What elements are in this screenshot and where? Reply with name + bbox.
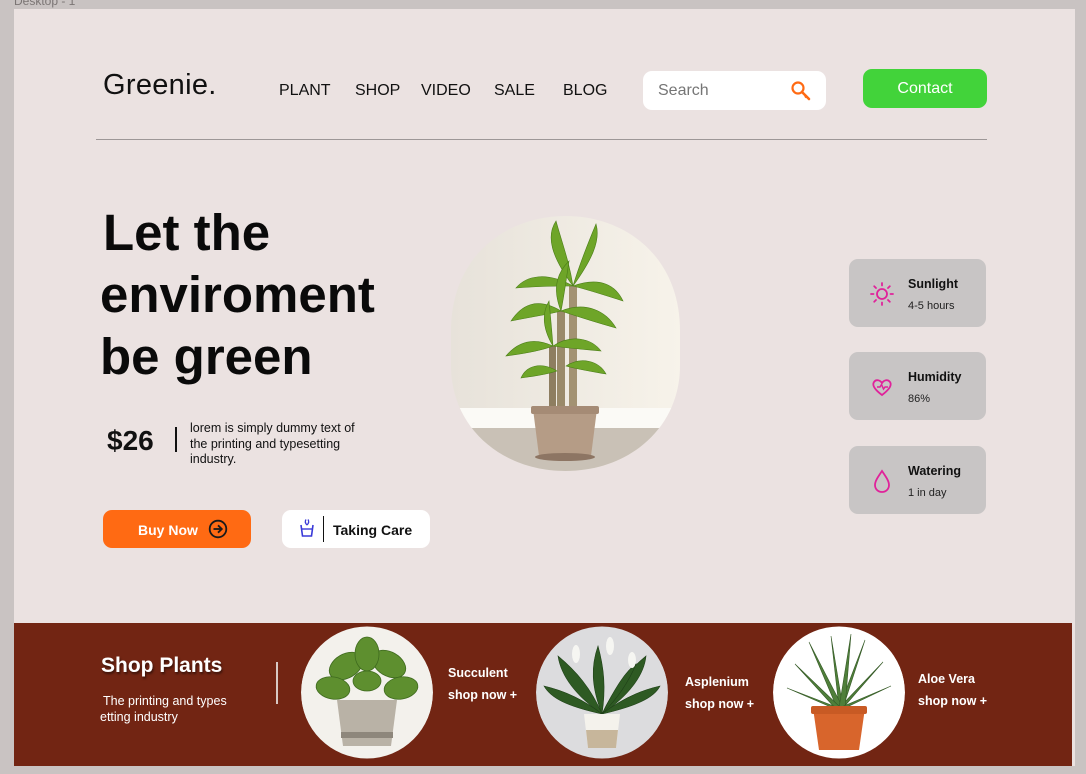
stat-title: Sunlight — [908, 277, 958, 291]
shop-now-link[interactable]: shop now + — [685, 697, 754, 711]
search-icon[interactable] — [790, 80, 812, 102]
contact-button[interactable]: Contact — [863, 69, 987, 108]
shop-item-name: Succulent — [448, 666, 508, 680]
search-box[interactable] — [643, 71, 826, 110]
taking-care-button[interactable]: Taking Care — [282, 510, 430, 548]
succulent-image[interactable] — [301, 626, 433, 759]
aloe-vera-image[interactable] — [773, 626, 905, 759]
header-divider — [96, 139, 987, 140]
hero-title: Let the enviroment be green — [100, 202, 460, 388]
price: $26 — [107, 425, 154, 456]
price-description: lorem is simply dummy text of the printi… — [190, 421, 355, 466]
frame-label: Desktop - 1 — [14, 0, 76, 8]
hero-title-line: enviroment — [100, 266, 375, 323]
hero-title-line: be green — [100, 328, 313, 385]
stat-value: 86% — [908, 393, 931, 405]
asplenium-image[interactable] — [536, 626, 668, 759]
hero-plant-image — [451, 216, 680, 471]
stat-card-humidity: Humidity 86% — [849, 352, 986, 420]
shop-plants-title: Shop Plants — [101, 654, 223, 677]
shop-plants-subtitle: The printing and types etting industry — [100, 694, 227, 724]
taking-care-divider — [323, 516, 324, 542]
water-drop-icon — [874, 469, 890, 493]
stat-title: Watering — [908, 464, 962, 478]
price-divider — [175, 427, 177, 452]
sun-icon — [870, 282, 894, 306]
search-input[interactable] — [658, 82, 778, 100]
nav-item-blog[interactable]: BLOG — [563, 82, 607, 100]
shop-plants-divider — [276, 662, 278, 704]
page-canvas: Greenie. PLANT SHOP VIDEO SALE BLOG Cont… — [14, 9, 1075, 766]
shop-item-name: Asplenium — [685, 675, 749, 689]
stat-title: Humidity — [908, 370, 962, 384]
nav-item-sale[interactable]: SALE — [494, 82, 535, 100]
nav-item-plant[interactable]: PLANT — [279, 82, 331, 100]
stat-card-watering: Watering 1 in day — [849, 446, 986, 514]
hero-title-line: Let the — [103, 204, 271, 261]
arrow-right-circle-icon — [208, 519, 228, 539]
stat-card-sunlight: Sunlight 4-5 hours — [849, 259, 986, 327]
shop-item-name: Aloe Vera — [918, 672, 975, 686]
plant-pot-icon — [300, 519, 314, 537]
buy-now-button[interactable]: Buy Now — [103, 510, 251, 548]
taking-care-label: Taking Care — [333, 522, 413, 538]
nav-item-shop[interactable]: SHOP — [355, 82, 400, 100]
shop-now-link[interactable]: shop now + — [448, 688, 517, 702]
logo[interactable]: Greenie. — [103, 69, 217, 102]
shop-plants-band: Shop Plants The printing and types ettin… — [14, 623, 1072, 766]
shop-now-link[interactable]: shop now + — [918, 694, 987, 708]
stat-value: 1 in day — [908, 487, 947, 499]
stat-value: 4-5 hours — [908, 300, 955, 312]
buy-now-label: Buy Now — [138, 522, 198, 538]
humidity-icon — [872, 379, 892, 397]
nav-item-video[interactable]: VIDEO — [421, 82, 471, 100]
